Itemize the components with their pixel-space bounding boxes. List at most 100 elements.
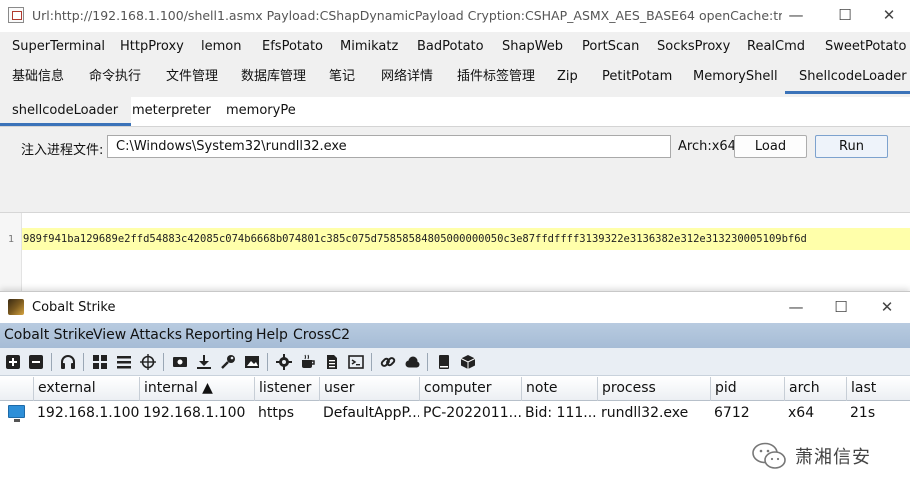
minimize-button[interactable]: — bbox=[773, 0, 819, 32]
tab-socksproxy[interactable]: SocksProxy bbox=[657, 32, 730, 64]
subtab-meterpreter[interactable]: meterpreter bbox=[132, 97, 211, 126]
tab-realcmd[interactable]: RealCmd bbox=[747, 32, 805, 64]
cloud-icon[interactable] bbox=[404, 354, 420, 370]
terminal-icon[interactable] bbox=[348, 354, 364, 370]
column-internal[interactable]: internal ▲ bbox=[139, 377, 254, 401]
tab-portscan[interactable]: PortScan bbox=[582, 32, 639, 64]
menu-attacks[interactable]: Attacks bbox=[130, 327, 182, 343]
loader-subtabs: shellcodeLoader meterpreter memoryPe bbox=[0, 97, 910, 127]
cube-icon[interactable] bbox=[460, 354, 476, 370]
load-button[interactable]: Load bbox=[734, 135, 807, 158]
column-note[interactable]: note bbox=[521, 377, 597, 401]
link-icon[interactable] bbox=[380, 354, 396, 370]
watermark-text: 萧湘信安 bbox=[795, 447, 871, 468]
run-button[interactable]: Run bbox=[815, 135, 888, 158]
tab-mimikatz[interactable]: Mimikatz bbox=[340, 32, 398, 64]
toolbar-separator bbox=[427, 353, 428, 371]
tab-notes[interactable]: 笔记 bbox=[329, 62, 355, 94]
column-icon[interactable] bbox=[0, 377, 33, 401]
tab-shapweb[interactable]: ShapWeb bbox=[502, 32, 563, 64]
windows-host-icon bbox=[8, 405, 25, 422]
column-pid[interactable]: pid bbox=[710, 377, 784, 401]
key-icon[interactable] bbox=[220, 354, 236, 370]
toolbar-separator bbox=[267, 353, 268, 371]
maximize-button[interactable]: ☐ bbox=[822, 0, 868, 32]
webshell-window: Url:http://192.168.1.100/shell1.asmx Pay… bbox=[0, 0, 910, 301]
cell-external: 192.168.1.100 bbox=[37, 405, 139, 421]
tab-superterminal[interactable]: SuperTerminal bbox=[12, 32, 105, 64]
tab-badpotato[interactable]: BadPotato bbox=[417, 32, 484, 64]
target-icon[interactable] bbox=[140, 354, 156, 370]
screen-icon[interactable] bbox=[172, 354, 188, 370]
close-button[interactable]: ✕ bbox=[866, 0, 910, 32]
column-listener[interactable]: listener bbox=[254, 377, 319, 401]
menu-help[interactable]: Help bbox=[256, 327, 288, 343]
title-bar: Url:http://192.168.1.100/shell1.asmx Pay… bbox=[0, 0, 910, 32]
tab-httpproxy[interactable]: HttpProxy bbox=[120, 32, 184, 64]
toolbar-separator bbox=[163, 353, 164, 371]
cs-maximize-button[interactable]: ☐ bbox=[818, 292, 864, 324]
tab-petitpotam[interactable]: PetitPotam bbox=[602, 62, 672, 94]
inject-process-label: 注入进程文件: bbox=[21, 143, 104, 158]
arch-label: Arch:x64 bbox=[678, 139, 736, 154]
beacon-table-header: external internal ▲ listener user comput… bbox=[0, 377, 910, 401]
cell-arch: x64 bbox=[788, 405, 815, 421]
headphones-icon[interactable] bbox=[60, 354, 76, 370]
toolbar-separator bbox=[83, 353, 84, 371]
download-icon[interactable] bbox=[196, 354, 212, 370]
cell-note: Bid: 111... bbox=[525, 405, 597, 421]
cell-computer: PC-2022011... bbox=[423, 405, 521, 421]
inject-process-input[interactable] bbox=[107, 135, 671, 158]
cell-process: rundll32.exe bbox=[601, 405, 689, 421]
tab-shellcodeloader[interactable]: ShellcodeLoader bbox=[785, 62, 910, 94]
cs-close-button[interactable]: ✕ bbox=[864, 292, 910, 324]
column-user[interactable]: user bbox=[319, 377, 419, 401]
menu-view[interactable]: View bbox=[93, 327, 126, 343]
plugin-tabs-row2: 基础信息 命令执行 文件管理 数据库管理 笔记 网络详情 插件标签管理 Zip … bbox=[0, 62, 910, 94]
tab-database-manager[interactable]: 数据库管理 bbox=[241, 62, 306, 94]
tab-sweetpotato[interactable]: SweetPotato bbox=[825, 32, 906, 64]
tab-lemon[interactable]: lemon bbox=[201, 32, 241, 64]
list-icon[interactable] bbox=[116, 354, 132, 370]
menu-cobalt-strike[interactable]: Cobalt Strike bbox=[4, 327, 94, 343]
tab-file-manager[interactable]: 文件管理 bbox=[166, 62, 218, 94]
menu-reporting[interactable]: Reporting bbox=[185, 327, 253, 343]
gear-icon[interactable] bbox=[276, 354, 292, 370]
book-icon[interactable] bbox=[436, 354, 452, 370]
shellcode-editor[interactable]: 1 989f941ba129689e2ffd54883c42085c074b66… bbox=[0, 212, 910, 301]
column-process[interactable]: process bbox=[597, 377, 710, 401]
toolbar-separator bbox=[371, 353, 372, 371]
tab-basic-info[interactable]: 基础信息 bbox=[12, 62, 64, 94]
tab-plugin-tag-manager[interactable]: 插件标签管理 bbox=[457, 62, 535, 94]
cell-pid: 6712 bbox=[714, 405, 750, 421]
tab-zip[interactable]: Zip bbox=[557, 62, 578, 94]
column-arch[interactable]: arch bbox=[784, 377, 846, 401]
cs-menu-bar: Cobalt Strike View Attacks Reporting Hel… bbox=[0, 323, 910, 348]
column-computer[interactable]: computer bbox=[419, 377, 521, 401]
coffee-icon[interactable] bbox=[300, 354, 316, 370]
subtab-memorype[interactable]: memoryPe bbox=[226, 97, 296, 126]
menu-crossc2[interactable]: CrossC2 bbox=[293, 327, 350, 343]
document-icon[interactable] bbox=[324, 354, 340, 370]
plus-icon[interactable] bbox=[5, 354, 21, 370]
tab-memoryshell[interactable]: MemoryShell bbox=[693, 62, 778, 94]
window-title: Url:http://192.168.1.100/shell1.asmx Pay… bbox=[32, 8, 782, 23]
minus-icon[interactable] bbox=[28, 354, 44, 370]
toolbar-separator bbox=[51, 353, 52, 371]
cell-user: DefaultAppP... bbox=[323, 405, 419, 421]
column-last[interactable]: last bbox=[846, 377, 910, 401]
tab-command-exec[interactable]: 命令执行 bbox=[89, 62, 141, 94]
cs-title-bar: Cobalt Strike — ☐ ✕ bbox=[0, 292, 910, 323]
cs-minimize-button[interactable]: — bbox=[773, 292, 819, 324]
cell-listener: https bbox=[258, 405, 295, 421]
grid-icon[interactable] bbox=[92, 354, 108, 370]
editor-gutter bbox=[0, 213, 22, 301]
line-number: 1 bbox=[8, 234, 15, 245]
subtab-shellcodeloader[interactable]: shellcodeLoader bbox=[0, 97, 132, 126]
tab-network-details[interactable]: 网络详情 bbox=[381, 62, 433, 94]
shellcode-hex-line[interactable]: 989f941ba129689e2ffd54883c42085c074b6668… bbox=[22, 228, 910, 250]
tab-efspotato[interactable]: EfsPotato bbox=[262, 32, 323, 64]
column-external[interactable]: external bbox=[33, 377, 139, 401]
image-icon[interactable] bbox=[244, 354, 260, 370]
table-row[interactable]: 192.168.1.100 192.168.1.100 https Defaul… bbox=[0, 401, 910, 425]
